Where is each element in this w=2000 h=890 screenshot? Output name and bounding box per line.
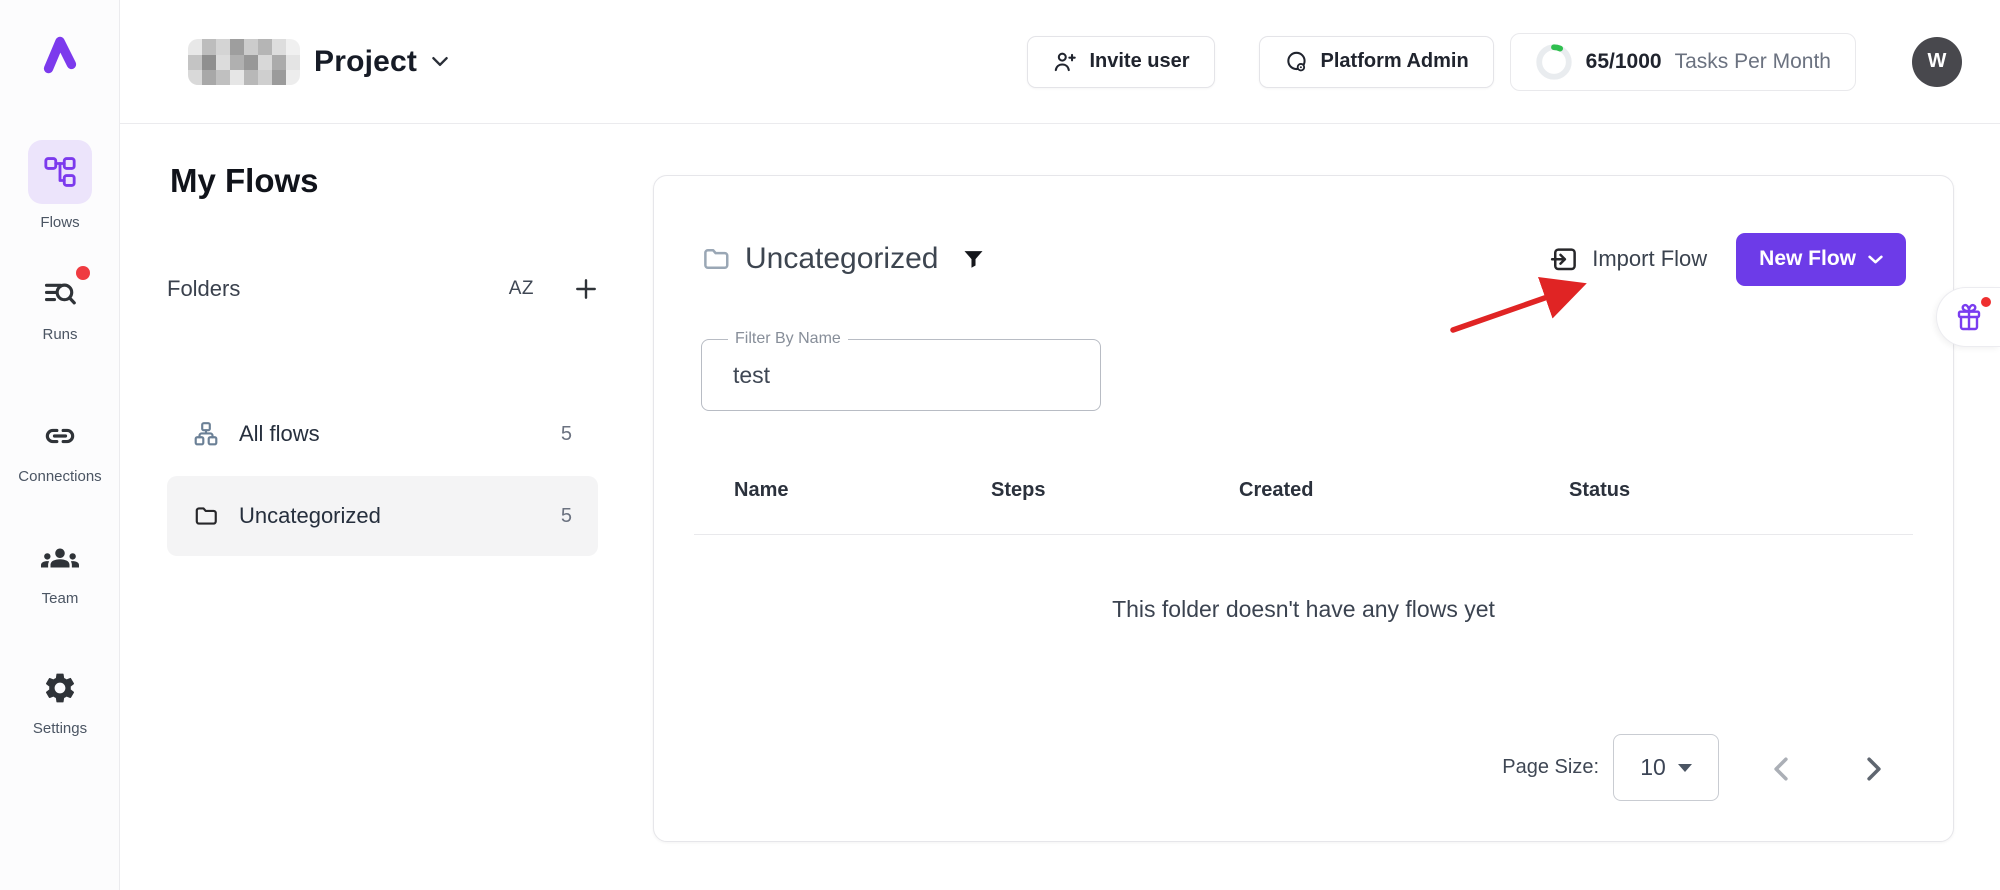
import-icon <box>1549 244 1579 274</box>
activepieces-logo-icon <box>38 30 82 80</box>
page-title: My Flows <box>170 162 319 200</box>
folder-icon <box>701 244 731 274</box>
tasks-usage-chip[interactable]: 65/1000 Tasks Per Month <box>1510 33 1856 91</box>
page-size-label: Page Size: <box>1239 756 1599 779</box>
tasks-progress-ring <box>1535 43 1573 81</box>
avatar-initial: W <box>1928 50 1947 73</box>
empty-state-message: This folder doesn't have any flows yet <box>654 596 1953 623</box>
person-plus-icon <box>1052 49 1078 75</box>
sidebar-item-runs[interactable]: Runs <box>0 272 120 343</box>
sidebar-item-label: Connections <box>0 468 120 485</box>
platform-admin-icon <box>1284 49 1310 75</box>
new-flow-label: New Flow <box>1759 247 1856 271</box>
new-flow-button[interactable]: New Flow <box>1736 233 1906 286</box>
table-header-divider <box>694 534 1913 535</box>
topbar: Project Invite user Platform Admin 65/10… <box>120 0 2000 124</box>
sidebar-item-label: Flows <box>0 214 120 231</box>
folder-label: All flows <box>239 421 320 447</box>
gear-icon <box>42 670 78 706</box>
sort-alphabetical-icon[interactable]: AZ <box>509 278 534 300</box>
filter-by-name-input[interactable] <box>702 340 1100 410</box>
select-arrow-icon <box>1678 764 1692 772</box>
column-header-created[interactable]: Created <box>1239 479 1313 502</box>
platform-admin-label: Platform Admin <box>1321 50 1469 73</box>
project-switcher[interactable]: Project <box>188 39 449 85</box>
flows-table-card: Uncategorized Import Flow New Flow Fi <box>653 175 1954 842</box>
chevron-down-icon <box>1868 255 1883 264</box>
workflow-icon <box>43 155 77 189</box>
page-size-value: 10 <box>1640 754 1666 781</box>
all-flows-icon <box>193 421 219 447</box>
folder-label: Uncategorized <box>239 503 381 529</box>
link-icon <box>41 417 79 455</box>
add-folder-button[interactable] <box>574 277 598 301</box>
filter-by-name-field: Filter By Name <box>701 339 1101 411</box>
chevron-left-icon <box>1772 756 1790 782</box>
folder-count: 5 <box>561 505 572 528</box>
folder-title: Uncategorized <box>745 242 938 276</box>
sidebar-item-label: Settings <box>0 720 120 737</box>
rewards-notification-dot <box>1981 297 1991 307</box>
rewards-tab[interactable] <box>1936 287 2000 347</box>
sidebar-item-label: Runs <box>0 326 120 343</box>
sidebar-item-settings[interactable]: Settings <box>0 666 120 737</box>
flows-left-panel: My Flows Folders AZ All flows 5 Uncatego… <box>120 124 655 890</box>
project-name-label: Project <box>314 45 417 79</box>
activepieces-logo[interactable] <box>0 30 120 80</box>
column-header-name[interactable]: Name <box>734 479 788 502</box>
avatar[interactable]: W <box>1912 37 1962 87</box>
filter-by-name-label: Filter By Name <box>728 330 848 348</box>
sidebar: Flows Runs Connections Te <box>0 0 120 890</box>
sidebar-item-label: Team <box>0 590 120 607</box>
runs-icon <box>41 275 79 313</box>
chevron-down-icon <box>431 56 449 67</box>
tasks-label: Tasks Per Month <box>1675 50 1831 74</box>
platform-admin-button[interactable]: Platform Admin <box>1259 36 1494 88</box>
filter-funnel-icon[interactable] <box>960 246 987 273</box>
folders-header: Folders AZ <box>167 276 598 302</box>
folder-item-uncategorized[interactable]: Uncategorized 5 <box>167 476 598 556</box>
gift-icon <box>1953 301 1985 333</box>
sidebar-item-connections[interactable]: Connections <box>0 414 120 485</box>
runs-notification-dot <box>76 266 90 280</box>
redacted-project-name <box>188 39 300 85</box>
tasks-count: 65/1000 <box>1586 50 1662 74</box>
folder-icon <box>193 503 219 529</box>
sidebar-item-team[interactable]: Team <box>0 536 120 607</box>
page-size-select[interactable]: 10 <box>1613 734 1719 801</box>
invite-user-label: Invite user <box>1089 50 1189 73</box>
column-header-steps[interactable]: Steps <box>991 479 1045 502</box>
plus-icon <box>574 277 598 301</box>
column-header-status[interactable]: Status <box>1569 479 1630 502</box>
previous-page-button[interactable] <box>1766 754 1796 784</box>
import-flow-label: Import Flow <box>1592 246 1707 272</box>
team-icon <box>41 539 79 577</box>
import-flow-button[interactable]: Import Flow <box>1549 244 1707 274</box>
sidebar-item-flows[interactable]: Flows <box>0 140 120 231</box>
chevron-right-icon <box>1865 756 1883 782</box>
folder-count: 5 <box>561 423 572 446</box>
folders-label: Folders <box>167 276 240 302</box>
next-page-button[interactable] <box>1859 754 1889 784</box>
invite-user-button[interactable]: Invite user <box>1027 36 1214 88</box>
folder-item-all-flows[interactable]: All flows 5 <box>167 394 598 474</box>
